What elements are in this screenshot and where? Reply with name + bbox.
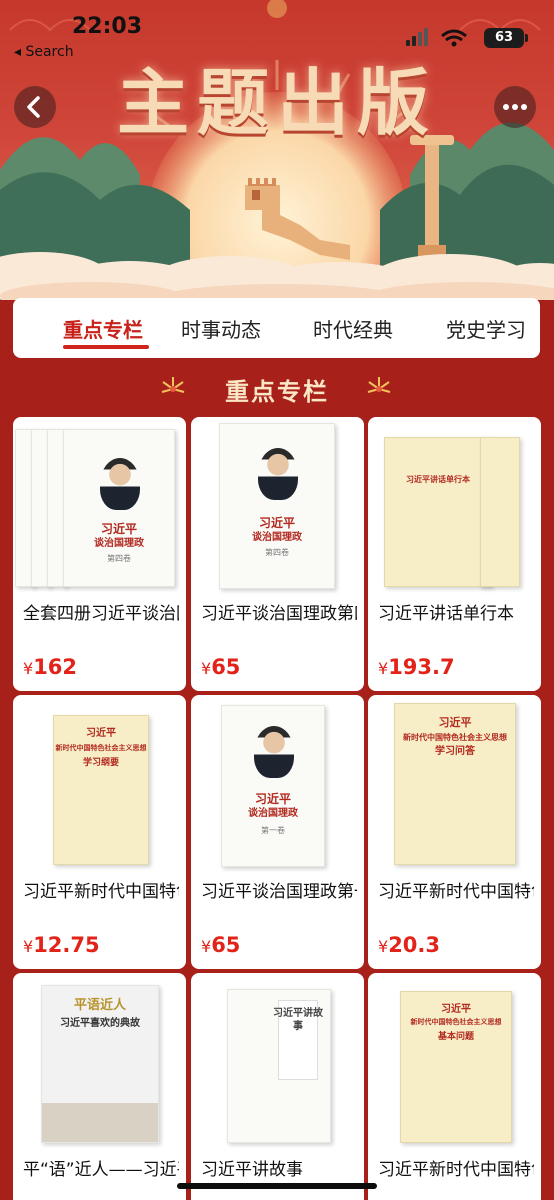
cover-title: 平语近人 bbox=[73, 998, 126, 1013]
product-card[interactable]: 习近平 谈治国理政 第四卷 习近平谈治国理政第四卷 ¥65 bbox=[191, 417, 364, 691]
product-name: 平“语”近人——习近平喜欢的典故 bbox=[23, 1160, 179, 1180]
book-cover: 习近平 新时代中国特色社会主义思想 学习纲要 bbox=[53, 715, 149, 865]
book-cover: 习近平讲话单行本 bbox=[384, 437, 492, 587]
product-card[interactable]: 习近平 新时代中国特色社会主义思想 基本问题 习近平新时代中国特色社会主义思想基… bbox=[368, 973, 541, 1200]
portrait-image bbox=[100, 458, 140, 510]
product-price: ¥20.3 bbox=[378, 933, 441, 957]
product-card[interactable]: 平语近人 习近平喜欢的典故 平“语”近人——习近平喜欢的典故 bbox=[13, 973, 186, 1200]
product-cover: 习近平 新时代中国特色社会主义思想 学习问答 bbox=[368, 695, 541, 873]
product-price: ¥162 bbox=[23, 655, 78, 679]
product-cover: 习近平 新时代中国特色社会主义思想 学习纲要 bbox=[13, 695, 186, 873]
cover-subtitle: 谈治国理政 bbox=[248, 808, 298, 819]
product-cover: 习近平 谈治国理政 第一卷 bbox=[191, 695, 364, 873]
product-card[interactable]: 习近平 新时代中国特色社会主义思想 学习问答 习近平新时代中国特色社会主义思想学… bbox=[368, 695, 541, 969]
product-card[interactable]: 习近平 新时代中国特色社会主义思想 学习纲要 习近平新时代中国特色社会主义思想学… bbox=[13, 695, 186, 969]
product-card[interactable]: 习近平 谈治国理政 第四卷 全套四册习近平谈治国理政 ¥162 bbox=[13, 417, 186, 691]
cover-volume: 第四卷 bbox=[107, 554, 131, 563]
cover-volume: 学习问答 bbox=[435, 746, 475, 757]
product-name: 习近平新时代中国特色社会主义思想学习纲要 bbox=[23, 882, 179, 902]
product-name: 习近平新时代中国特色社会主义思想基本问题 bbox=[378, 1160, 534, 1180]
cover-subtitle: 谈治国理政 bbox=[252, 532, 302, 543]
cover-subtitle: 新时代中国特色社会主义思想 bbox=[403, 732, 507, 742]
cover-subtitle: 新时代中国特色社会主义思想 bbox=[55, 743, 147, 752]
product-name: 习近平新时代中国特色社会主义思想学习问答 bbox=[378, 882, 534, 902]
home-indicator bbox=[177, 1183, 377, 1189]
cover-title: 习近平讲故事 bbox=[273, 1008, 323, 1032]
product-cover: 习近平 谈治国理政 第四卷 bbox=[191, 417, 364, 595]
banner-title: 主题出版 bbox=[116, 60, 437, 145]
book-cover: 习近平 谈治国理政 第四卷 bbox=[219, 423, 335, 589]
tab-key-column[interactable]: 重点专栏 bbox=[63, 314, 143, 343]
product-card[interactable]: 习近平讲话单行本 习近平讲话单行本 ¥193.7 bbox=[368, 417, 541, 691]
firework-icon bbox=[367, 377, 391, 393]
cover-volume: 学习纲要 bbox=[82, 758, 119, 768]
product-name: 全套四册习近平谈治国理政 bbox=[23, 604, 179, 624]
firework-icon bbox=[161, 377, 185, 393]
cover-volume: 第四卷 bbox=[265, 548, 289, 557]
cover-subtitle: 习近平喜欢的典故 bbox=[60, 1018, 140, 1029]
cover-title: 习近平 bbox=[254, 792, 291, 806]
product-price: ¥193.7 bbox=[378, 655, 455, 679]
back-button[interactable] bbox=[14, 86, 56, 128]
section-header: 重点专栏 bbox=[0, 372, 554, 408]
product-name: 习近平谈治国理政第四卷 bbox=[201, 604, 357, 624]
banner: 22:03 ◂ Search 63 主题出版 bbox=[0, 0, 554, 300]
cover-volume: 基本问题 bbox=[437, 1032, 474, 1042]
cover-subtitle: 新时代中国特色社会主义思想 bbox=[410, 1017, 502, 1026]
category-tabs: 重点专栏 时事动态 时代经典 党史学习 bbox=[13, 298, 540, 358]
product-card[interactable]: 习近平讲故事 习近平讲故事 bbox=[191, 973, 364, 1200]
cover-title: 习近平 bbox=[441, 1004, 471, 1015]
cover-title: 习近平 bbox=[86, 728, 116, 739]
tab-party-history[interactable]: 党史学习 bbox=[446, 314, 526, 343]
cover-title: 习近平 bbox=[438, 716, 472, 729]
product-price: ¥12.75 bbox=[23, 933, 100, 957]
cover-title: 习近平讲话单行本 bbox=[406, 474, 470, 484]
product-cover: 习近平讲话单行本 bbox=[368, 417, 541, 595]
book-cover: 习近平 新时代中国特色社会主义思想 基本问题 bbox=[400, 991, 512, 1143]
portrait-image bbox=[258, 448, 298, 500]
product-price: ¥65 bbox=[201, 933, 241, 957]
product-price: ¥65 bbox=[201, 655, 241, 679]
book-cover: 习近平 新时代中国特色社会主义思想 学习问答 bbox=[394, 703, 516, 865]
chevron-left-icon bbox=[27, 96, 40, 118]
product-name: 习近平讲故事 bbox=[201, 1160, 303, 1180]
product-cover: 习近平 新时代中国特色社会主义思想 基本问题 bbox=[368, 973, 541, 1151]
cover-title: 习近平 bbox=[100, 522, 137, 536]
book-slipcase-side bbox=[480, 437, 520, 587]
section-title: 重点专栏 bbox=[225, 378, 329, 406]
more-button[interactable] bbox=[494, 86, 536, 128]
product-card[interactable]: 习近平 谈治国理政 第一卷 习近平谈治国理政第一卷 ¥65 bbox=[191, 695, 364, 969]
book-cover: 习近平讲故事 bbox=[227, 989, 331, 1143]
book-cover: 平语近人 习近平喜欢的典故 bbox=[41, 985, 159, 1143]
cover-subtitle: 谈治国理政 bbox=[94, 538, 144, 549]
product-cover: 习近平讲故事 bbox=[191, 973, 364, 1151]
product-name: 习近平讲话单行本 bbox=[378, 604, 514, 624]
cover-title: 习近平 bbox=[258, 516, 295, 530]
book-cover: 习近平 谈治国理政 第四卷 bbox=[63, 429, 175, 587]
tab-current-affairs[interactable]: 时事动态 bbox=[181, 314, 261, 343]
cover-volume: 第一卷 bbox=[261, 826, 285, 835]
book-cover: 习近平 谈治国理政 第一卷 bbox=[221, 705, 325, 867]
active-tab-indicator bbox=[63, 345, 149, 349]
portrait-image bbox=[254, 726, 294, 778]
status-time: 22:03 bbox=[72, 14, 143, 39]
product-name: 习近平谈治国理政第一卷 bbox=[201, 882, 357, 902]
tab-era-classics[interactable]: 时代经典 bbox=[313, 314, 393, 343]
product-cover: 习近平 谈治国理政 第四卷 bbox=[13, 417, 186, 595]
product-cover: 平语近人 习近平喜欢的典故 bbox=[13, 973, 186, 1151]
more-dots-icon bbox=[503, 104, 527, 110]
